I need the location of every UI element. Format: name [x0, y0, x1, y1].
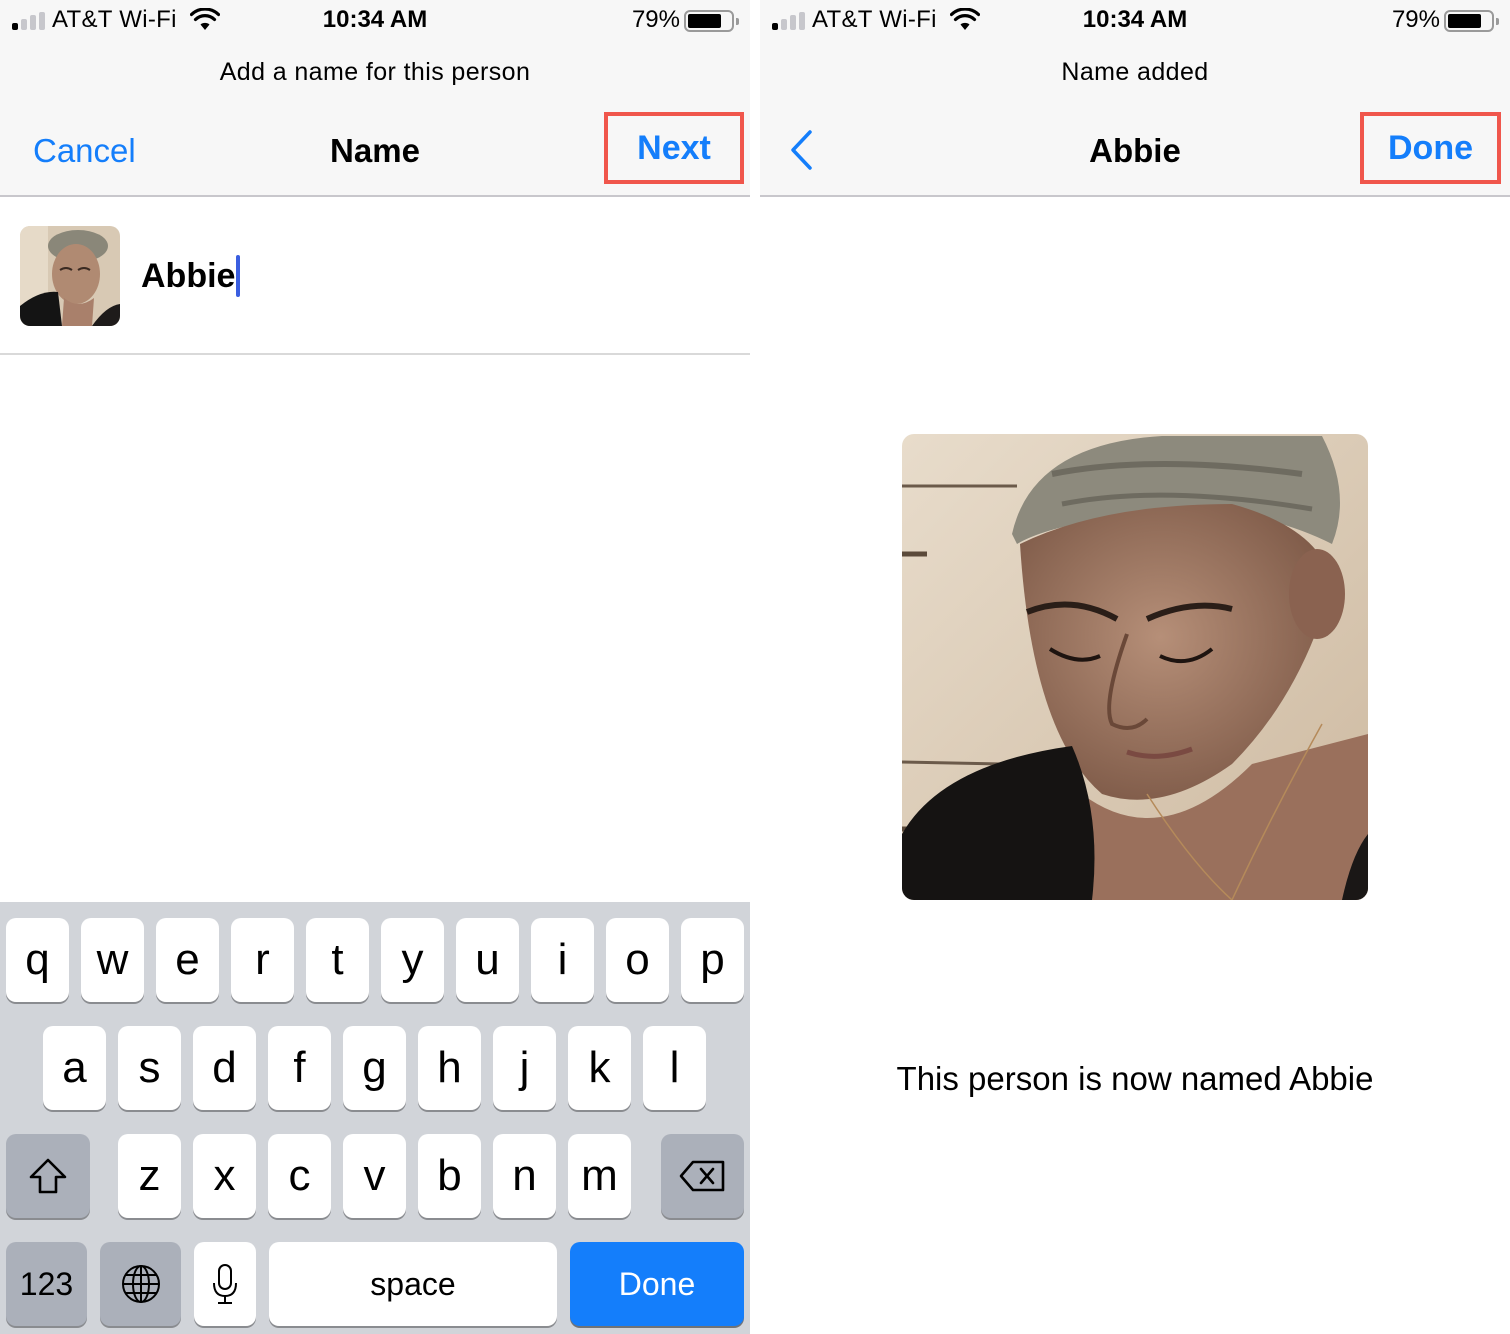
navigation-bar: Cancel Name Next — [0, 110, 750, 194]
key-s[interactable]: s — [118, 1026, 181, 1110]
keyboard-done-key[interactable]: Done — [570, 1242, 744, 1326]
key-m[interactable]: m — [568, 1134, 631, 1218]
battery-percent: 79% — [631, 6, 680, 33]
key-z[interactable]: z — [118, 1134, 181, 1218]
key-f[interactable]: f — [268, 1026, 331, 1110]
shift-icon — [29, 1158, 67, 1194]
confirmation-message: This person is now named Abbie — [896, 1060, 1374, 1097]
key-d[interactable]: d — [193, 1026, 256, 1110]
prompt-text: Name added — [1061, 58, 1209, 86]
key-c[interactable]: c — [268, 1134, 331, 1218]
key-a[interactable]: a — [43, 1026, 106, 1110]
header: AT&T Wi-Fi 10:34 AM 79% Add a name for t… — [0, 0, 750, 197]
space-key[interactable]: space — [269, 1242, 557, 1326]
delete-key[interactable] — [661, 1134, 744, 1218]
battery-fill — [688, 14, 722, 28]
right-screen: AT&T Wi-Fi 10:34 AM 79% Name added Abbie… — [760, 0, 1510, 1334]
numbers-key[interactable]: 123 — [6, 1242, 87, 1326]
next-button-label: Next — [637, 128, 711, 167]
person-photo-image — [902, 434, 1368, 900]
prompt-text: Add a name for this person — [219, 58, 531, 86]
battery-icon — [1444, 10, 1499, 32]
text-caret — [236, 255, 241, 297]
navigation-bar: Abbie Done — [760, 110, 1510, 194]
globe-icon — [121, 1265, 160, 1303]
keyboard: qwertyuiop asdfghjkl zxcvbnm 123 space D… — [0, 902, 750, 1334]
microphone-icon — [213, 1264, 237, 1304]
key-o[interactable]: o — [606, 918, 669, 1002]
battery-percent: 79% — [1391, 6, 1440, 33]
key-j[interactable]: j — [493, 1026, 556, 1110]
status-bar: AT&T Wi-Fi 10:34 AM 79% — [0, 0, 750, 42]
key-i[interactable]: i — [531, 918, 594, 1002]
key-p[interactable]: p — [681, 918, 744, 1002]
key-l[interactable]: l — [643, 1026, 706, 1110]
backspace-icon — [679, 1160, 724, 1192]
key-v[interactable]: v — [343, 1134, 406, 1218]
battery-icon — [684, 10, 739, 32]
header: AT&T Wi-Fi 10:34 AM 79% Name added Abbie… — [760, 0, 1510, 197]
key-u[interactable]: u — [456, 918, 519, 1002]
key-n[interactable]: n — [493, 1134, 556, 1218]
key-t[interactable]: t — [306, 918, 369, 1002]
name-input[interactable]: Abbie — [141, 255, 241, 297]
key-q[interactable]: q — [6, 918, 69, 1002]
name-input-value: Abbie — [141, 256, 236, 295]
key-y[interactable]: y — [381, 918, 444, 1002]
globe-key[interactable] — [100, 1242, 181, 1326]
done-button-label: Done — [1388, 128, 1473, 167]
next-button[interactable]: Next — [604, 112, 744, 184]
key-r[interactable]: r — [231, 918, 294, 1002]
done-button[interactable]: Done — [1360, 112, 1501, 184]
name-row: Abbie — [0, 199, 750, 355]
key-k[interactable]: k — [568, 1026, 631, 1110]
key-x[interactable]: x — [193, 1134, 256, 1218]
key-g[interactable]: g — [343, 1026, 406, 1110]
person-photo-thumbnail — [20, 226, 120, 326]
left-screen: AT&T Wi-Fi 10:34 AM 79% Add a name for t… — [0, 0, 750, 1334]
key-w[interactable]: w — [81, 918, 144, 1002]
microphone-key[interactable] — [194, 1242, 256, 1326]
status-bar: AT&T Wi-Fi 10:34 AM 79% — [760, 0, 1510, 42]
key-h[interactable]: h — [418, 1026, 481, 1110]
key-b[interactable]: b — [418, 1134, 481, 1218]
person-photo — [902, 434, 1368, 900]
battery-fill — [1448, 14, 1482, 28]
person-thumbnail — [20, 226, 120, 326]
shift-key[interactable] — [6, 1134, 90, 1218]
key-e[interactable]: e — [156, 918, 219, 1002]
